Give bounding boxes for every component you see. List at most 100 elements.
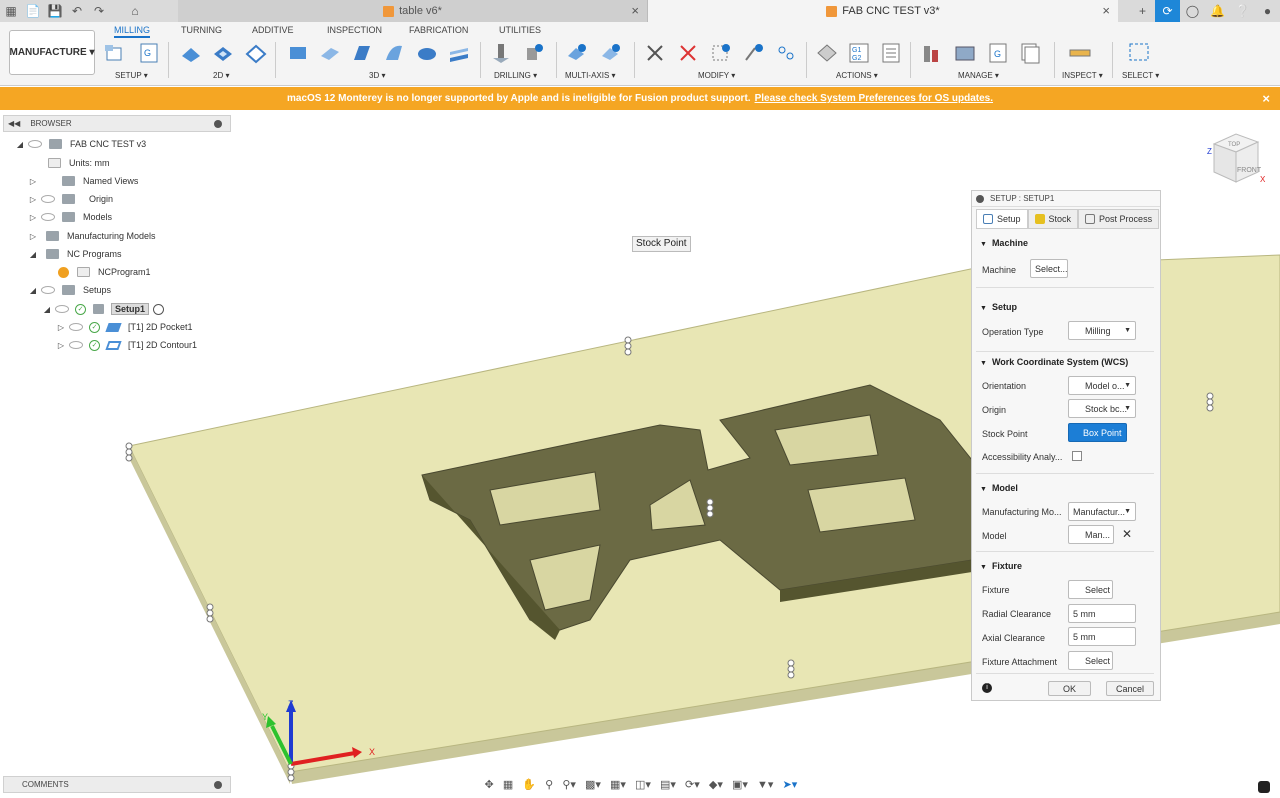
group-2d[interactable]: 2D ▾ xyxy=(213,71,229,80)
axial-clearance-input[interactable]: 5 mm xyxy=(1068,627,1136,646)
orbit-icon[interactable]: ✥ xyxy=(485,778,494,791)
tab-utilities[interactable]: UTILITIES xyxy=(499,25,541,35)
setup-sheet-icon[interactable] xyxy=(880,42,902,64)
group-manage[interactable]: MANAGE ▾ xyxy=(958,71,999,80)
model-select-button[interactable]: Man... xyxy=(1068,525,1114,544)
undo-icon[interactable]: ↶ xyxy=(66,0,88,22)
comments-options-icon[interactable] xyxy=(214,781,222,789)
3d-parallel-icon[interactable] xyxy=(448,42,470,64)
group-multi-axis[interactable]: MULTI-AXIS ▾ xyxy=(565,71,616,80)
3d-adaptive-icon[interactable] xyxy=(287,42,309,64)
effects-icon[interactable]: ▤▾ xyxy=(660,778,676,791)
fixture-attachment-select-button[interactable]: Select xyxy=(1068,651,1113,670)
machine-library-icon[interactable] xyxy=(954,42,976,64)
tab-setup[interactable]: Setup xyxy=(976,209,1028,229)
tree-ncprogram1[interactable]: NCProgram1 xyxy=(58,264,151,280)
save-icon[interactable]: 💾 xyxy=(44,0,66,22)
tree-models[interactable]: ▷ Models xyxy=(28,209,112,225)
section-model[interactable]: Model xyxy=(980,483,1018,493)
mfg-model-select[interactable]: Manufactur... ▼ xyxy=(1068,502,1136,521)
group-actions[interactable]: ACTIONS ▾ xyxy=(836,71,878,80)
browser-panel-header[interactable]: ◀◀ BROWSER xyxy=(3,115,231,132)
collapse-triangle-icon[interactable]: ◢ xyxy=(15,140,25,149)
window-select-icon[interactable] xyxy=(1128,42,1150,64)
fixture-select-button[interactable]: Select xyxy=(1068,580,1113,599)
group-select[interactable]: SELECT ▾ xyxy=(1122,71,1159,80)
section-machine[interactable]: Machine xyxy=(980,238,1028,248)
drill-icon[interactable] xyxy=(490,42,512,64)
section-analysis-icon[interactable]: ◆▾ xyxy=(709,778,723,791)
workspace-switcher[interactable]: MANUFACTURE ▾ xyxy=(9,30,95,75)
close-tab-icon[interactable]: × xyxy=(1102,3,1110,18)
zoom-icon[interactable]: ⚲ xyxy=(545,778,553,791)
new-tab-icon[interactable]: + xyxy=(1130,0,1155,22)
pattern-icon[interactable] xyxy=(776,42,798,64)
dialog-collapse-icon[interactable] xyxy=(976,194,984,203)
feedback-icon[interactable] xyxy=(1258,781,1270,793)
toolpath-edit-icon[interactable] xyxy=(743,42,765,64)
3d-scallop-icon[interactable] xyxy=(416,42,438,64)
visibility-eye-icon[interactable] xyxy=(41,213,55,221)
display-settings-icon[interactable]: ▩▾ xyxy=(585,778,601,791)
tree-origin[interactable]: ▷ Origin xyxy=(28,191,113,207)
doc-tab-table[interactable]: table v6* × xyxy=(178,0,648,22)
expand-triangle-icon[interactable]: ▷ xyxy=(28,232,38,241)
collapse-triangle-icon[interactable]: ◢ xyxy=(28,286,38,295)
radial-clearance-input[interactable]: 5 mm xyxy=(1068,604,1136,623)
close-banner-icon[interactable]: × xyxy=(1262,91,1270,106)
browser-options-icon[interactable] xyxy=(214,120,222,128)
info-icon[interactable]: i xyxy=(982,683,992,693)
2d-adaptive-icon[interactable] xyxy=(180,42,202,64)
2d-pocket-icon[interactable] xyxy=(212,42,234,64)
tree-setups[interactable]: ◢ Setups xyxy=(28,282,111,298)
cancel-button[interactable]: Cancel xyxy=(1106,681,1154,696)
visibility-eye-icon[interactable] xyxy=(69,323,83,331)
visibility-eye-icon[interactable] xyxy=(69,341,83,349)
active-setup-radio-icon[interactable] xyxy=(153,303,165,315)
home-icon[interactable]: ⌂ xyxy=(124,0,146,22)
clear-model-icon[interactable]: ✕ xyxy=(1122,527,1132,541)
look-at-icon[interactable]: ▦ xyxy=(503,778,513,791)
post-library-icon[interactable]: G xyxy=(987,42,1009,64)
tab-inspection[interactable]: INSPECTION xyxy=(327,25,382,35)
grid-icon[interactable]: ▦▾ xyxy=(610,778,626,791)
comments-panel[interactable]: COMMENTS xyxy=(3,776,231,793)
viewports-icon[interactable]: ◫▾ xyxy=(635,778,651,791)
tool-library-icon[interactable] xyxy=(921,42,943,64)
new-setup-icon[interactable] xyxy=(104,42,126,64)
section-wcs[interactable]: Work Coordinate System (WCS) xyxy=(980,357,1128,367)
tool-display-icon[interactable]: ▼▾ xyxy=(757,778,773,791)
visibility-eye-icon[interactable] xyxy=(55,305,69,313)
collapse-browser-icon[interactable]: ◀◀ xyxy=(8,119,20,128)
2d-contour-icon[interactable] xyxy=(245,42,267,64)
expand-triangle-icon[interactable]: ▷ xyxy=(28,213,38,222)
doc-tab-fab[interactable]: FAB CNC TEST v3* × xyxy=(648,0,1118,22)
app-grid-icon[interactable]: ▦ xyxy=(0,0,22,22)
tree-manufacturing-models[interactable]: ▷ Manufacturing Models xyxy=(28,228,156,244)
tree-2d-pocket1[interactable]: ▷ ✓ [T1] 2D Pocket1 xyxy=(56,319,193,335)
fit-icon[interactable]: ⚲▾ xyxy=(562,778,576,791)
visibility-eye-icon[interactable] xyxy=(28,140,42,148)
banner-link[interactable]: Please check System Preferences for OS u… xyxy=(755,93,993,104)
file-menu-icon[interactable]: 📄 xyxy=(22,0,44,22)
tree-nc-programs[interactable]: ◢ NC Programs xyxy=(28,246,122,262)
3d-pocket-icon[interactable] xyxy=(319,42,341,64)
delete-toolpath-icon[interactable] xyxy=(677,42,699,64)
group-3d[interactable]: 3D ▾ xyxy=(369,71,385,80)
tree-named-views[interactable]: ▷ Named Views xyxy=(28,173,138,189)
dialog-header[interactable]: SETUP : SETUP1 xyxy=(972,191,1160,207)
expand-triangle-icon[interactable]: ▷ xyxy=(56,341,66,350)
origin-select[interactable]: Stock bc... ▼ xyxy=(1068,399,1136,418)
view-cube[interactable]: TOP FRONT Z X xyxy=(1206,130,1268,190)
collapse-triangle-icon[interactable]: ◢ xyxy=(28,250,38,259)
template-library-icon[interactable] xyxy=(1019,42,1041,64)
extensions-icon[interactable]: ⟳ xyxy=(1155,0,1180,22)
group-drilling[interactable]: DRILLING ▾ xyxy=(494,71,537,80)
pan-icon[interactable]: ✋ xyxy=(522,778,536,791)
tab-milling[interactable]: MILLING xyxy=(114,25,151,38)
post-process-icon[interactable]: G1G2 xyxy=(848,42,870,64)
tree-units[interactable]: Units: mm xyxy=(44,155,110,171)
hole-recognition-icon[interactable] xyxy=(523,42,545,64)
expand-triangle-icon[interactable]: ▷ xyxy=(56,323,66,332)
help-icon[interactable]: ❔ xyxy=(1230,0,1255,22)
